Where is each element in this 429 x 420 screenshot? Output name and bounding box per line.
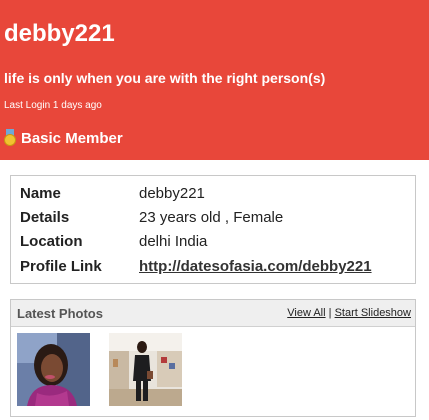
medal-icon bbox=[4, 129, 16, 147]
photo-thumbnail[interactable] bbox=[109, 333, 182, 406]
last-login-text: Last Login 1 days ago bbox=[4, 100, 102, 111]
start-slideshow-link[interactable]: Start Slideshow bbox=[335, 307, 411, 319]
profile-username: debby221 bbox=[4, 20, 115, 47]
profile-header: debby221 life is only when you are with … bbox=[0, 0, 429, 160]
link-separator: | bbox=[328, 307, 332, 319]
profile-details-panel: Name debby221 Details 23 years old , Fem… bbox=[10, 175, 416, 284]
details-value: debby221 bbox=[139, 185, 205, 202]
latest-photos-header: Latest Photos View All | Start Slideshow bbox=[11, 300, 415, 327]
photos-links: View All | Start Slideshow bbox=[287, 307, 411, 319]
details-value: delhi India bbox=[139, 233, 208, 250]
details-value: 23 years old , Female bbox=[139, 209, 284, 226]
latest-photos-panel: Latest Photos View All | Start Slideshow bbox=[10, 299, 416, 417]
photo-thumbnail[interactable] bbox=[17, 333, 90, 406]
membership-badge: Basic Member bbox=[4, 129, 123, 147]
latest-photos-title: Latest Photos bbox=[17, 306, 103, 321]
details-label: Profile Link bbox=[20, 258, 102, 275]
membership-label: Basic Member bbox=[21, 129, 123, 147]
view-all-link[interactable]: View All bbox=[287, 307, 325, 319]
details-label: Location bbox=[20, 233, 83, 250]
profile-link[interactable]: http://datesofasia.com/debby221 bbox=[139, 258, 372, 275]
details-label: Details bbox=[20, 209, 70, 226]
profile-tagline: life is only when you are with the right… bbox=[4, 70, 326, 86]
details-label: Name bbox=[20, 185, 61, 202]
